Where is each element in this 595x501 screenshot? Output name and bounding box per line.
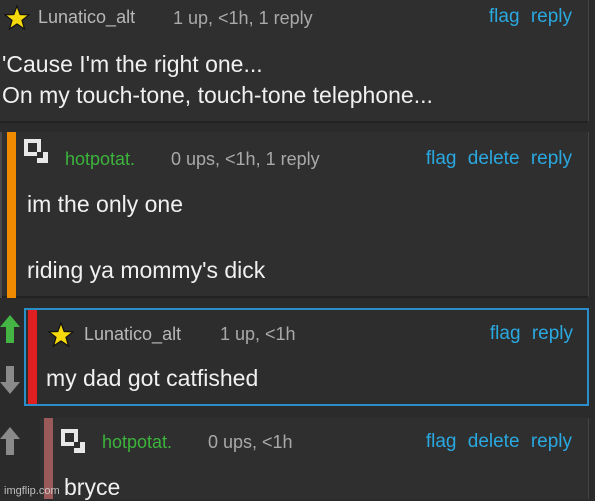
glider-logo-icon — [61, 429, 85, 453]
username[interactable]: Lunatico_alt — [38, 7, 135, 28]
flag-link[interactable]: flag — [490, 323, 521, 344]
comment-text-line: bryce — [64, 474, 121, 500]
flag-link[interactable]: flag — [426, 431, 457, 452]
comment-text-line: On my touch-tone, touch-tone telephone..… — [2, 82, 433, 108]
username[interactable]: hotpotat. — [102, 432, 172, 453]
star-icon — [4, 5, 30, 31]
upvote-button[interactable] — [0, 313, 20, 353]
comment-highlighted: Lunatico_alt 1 up, <1h flag reply my dad… — [24, 308, 589, 406]
comment-header: hotpotat. 0 ups, <1h, 1 reply flag delet… — [0, 132, 588, 170]
comment-text-line: my dad got catfished — [46, 365, 259, 391]
delete-link[interactable]: delete — [468, 431, 520, 452]
watermark: imgflip.com — [4, 485, 60, 497]
flag-link[interactable]: flag — [426, 148, 457, 169]
comment: hotpotat. 0 ups, <1h, 1 reply flag delet… — [0, 132, 589, 298]
star-icon — [48, 322, 74, 348]
comment-text-line: im the only one — [27, 191, 183, 217]
down-arrow-icon — [0, 366, 20, 394]
comment-meta: 1 up, <1h — [220, 324, 296, 344]
reply-link[interactable]: reply — [531, 431, 572, 452]
delete-link[interactable]: delete — [468, 148, 520, 169]
up-arrow-icon — [0, 315, 20, 343]
reply-link[interactable]: reply — [531, 148, 572, 169]
upvote-button[interactable] — [0, 425, 20, 465]
glider-logo-icon — [24, 139, 48, 163]
flag-link[interactable]: flag — [489, 6, 520, 27]
downvote-button[interactable] — [0, 362, 20, 402]
comment: Lunatico_alt 1 up, <1h, 1 reply flag rep… — [0, 0, 589, 123]
comment-header: Lunatico_alt 1 up, <1h, 1 reply flag rep… — [0, 0, 588, 36]
comment-actions: flag delete reply — [420, 431, 572, 453]
reply-link[interactable]: reply — [531, 6, 572, 27]
comment-text-line: riding ya mommy's dick — [27, 257, 266, 283]
comment-actions: flag delete reply — [420, 148, 572, 170]
comment-header: Lunatico_alt 1 up, <1h flag reply — [26, 310, 587, 348]
comment-meta: 0 ups, <1h, 1 reply — [171, 149, 320, 169]
comment-text-line: 'Cause I'm the right one... — [2, 51, 263, 77]
comment-meta: 1 up, <1h, 1 reply — [173, 8, 313, 28]
comment-header: hotpotat. 0 ups, <1h flag delete reply — [40, 418, 588, 454]
comment: hotpotat. 0 ups, <1h flag delete reply b… — [40, 418, 589, 500]
comment-actions: flag reply — [483, 6, 572, 28]
up-arrow-icon — [0, 427, 20, 455]
username[interactable]: hotpotat. — [65, 149, 135, 170]
reply-link[interactable]: reply — [532, 323, 573, 344]
username[interactable]: Lunatico_alt — [84, 324, 181, 345]
comment-actions: flag reply — [484, 323, 573, 345]
comment-meta: 0 ups, <1h — [208, 432, 293, 452]
